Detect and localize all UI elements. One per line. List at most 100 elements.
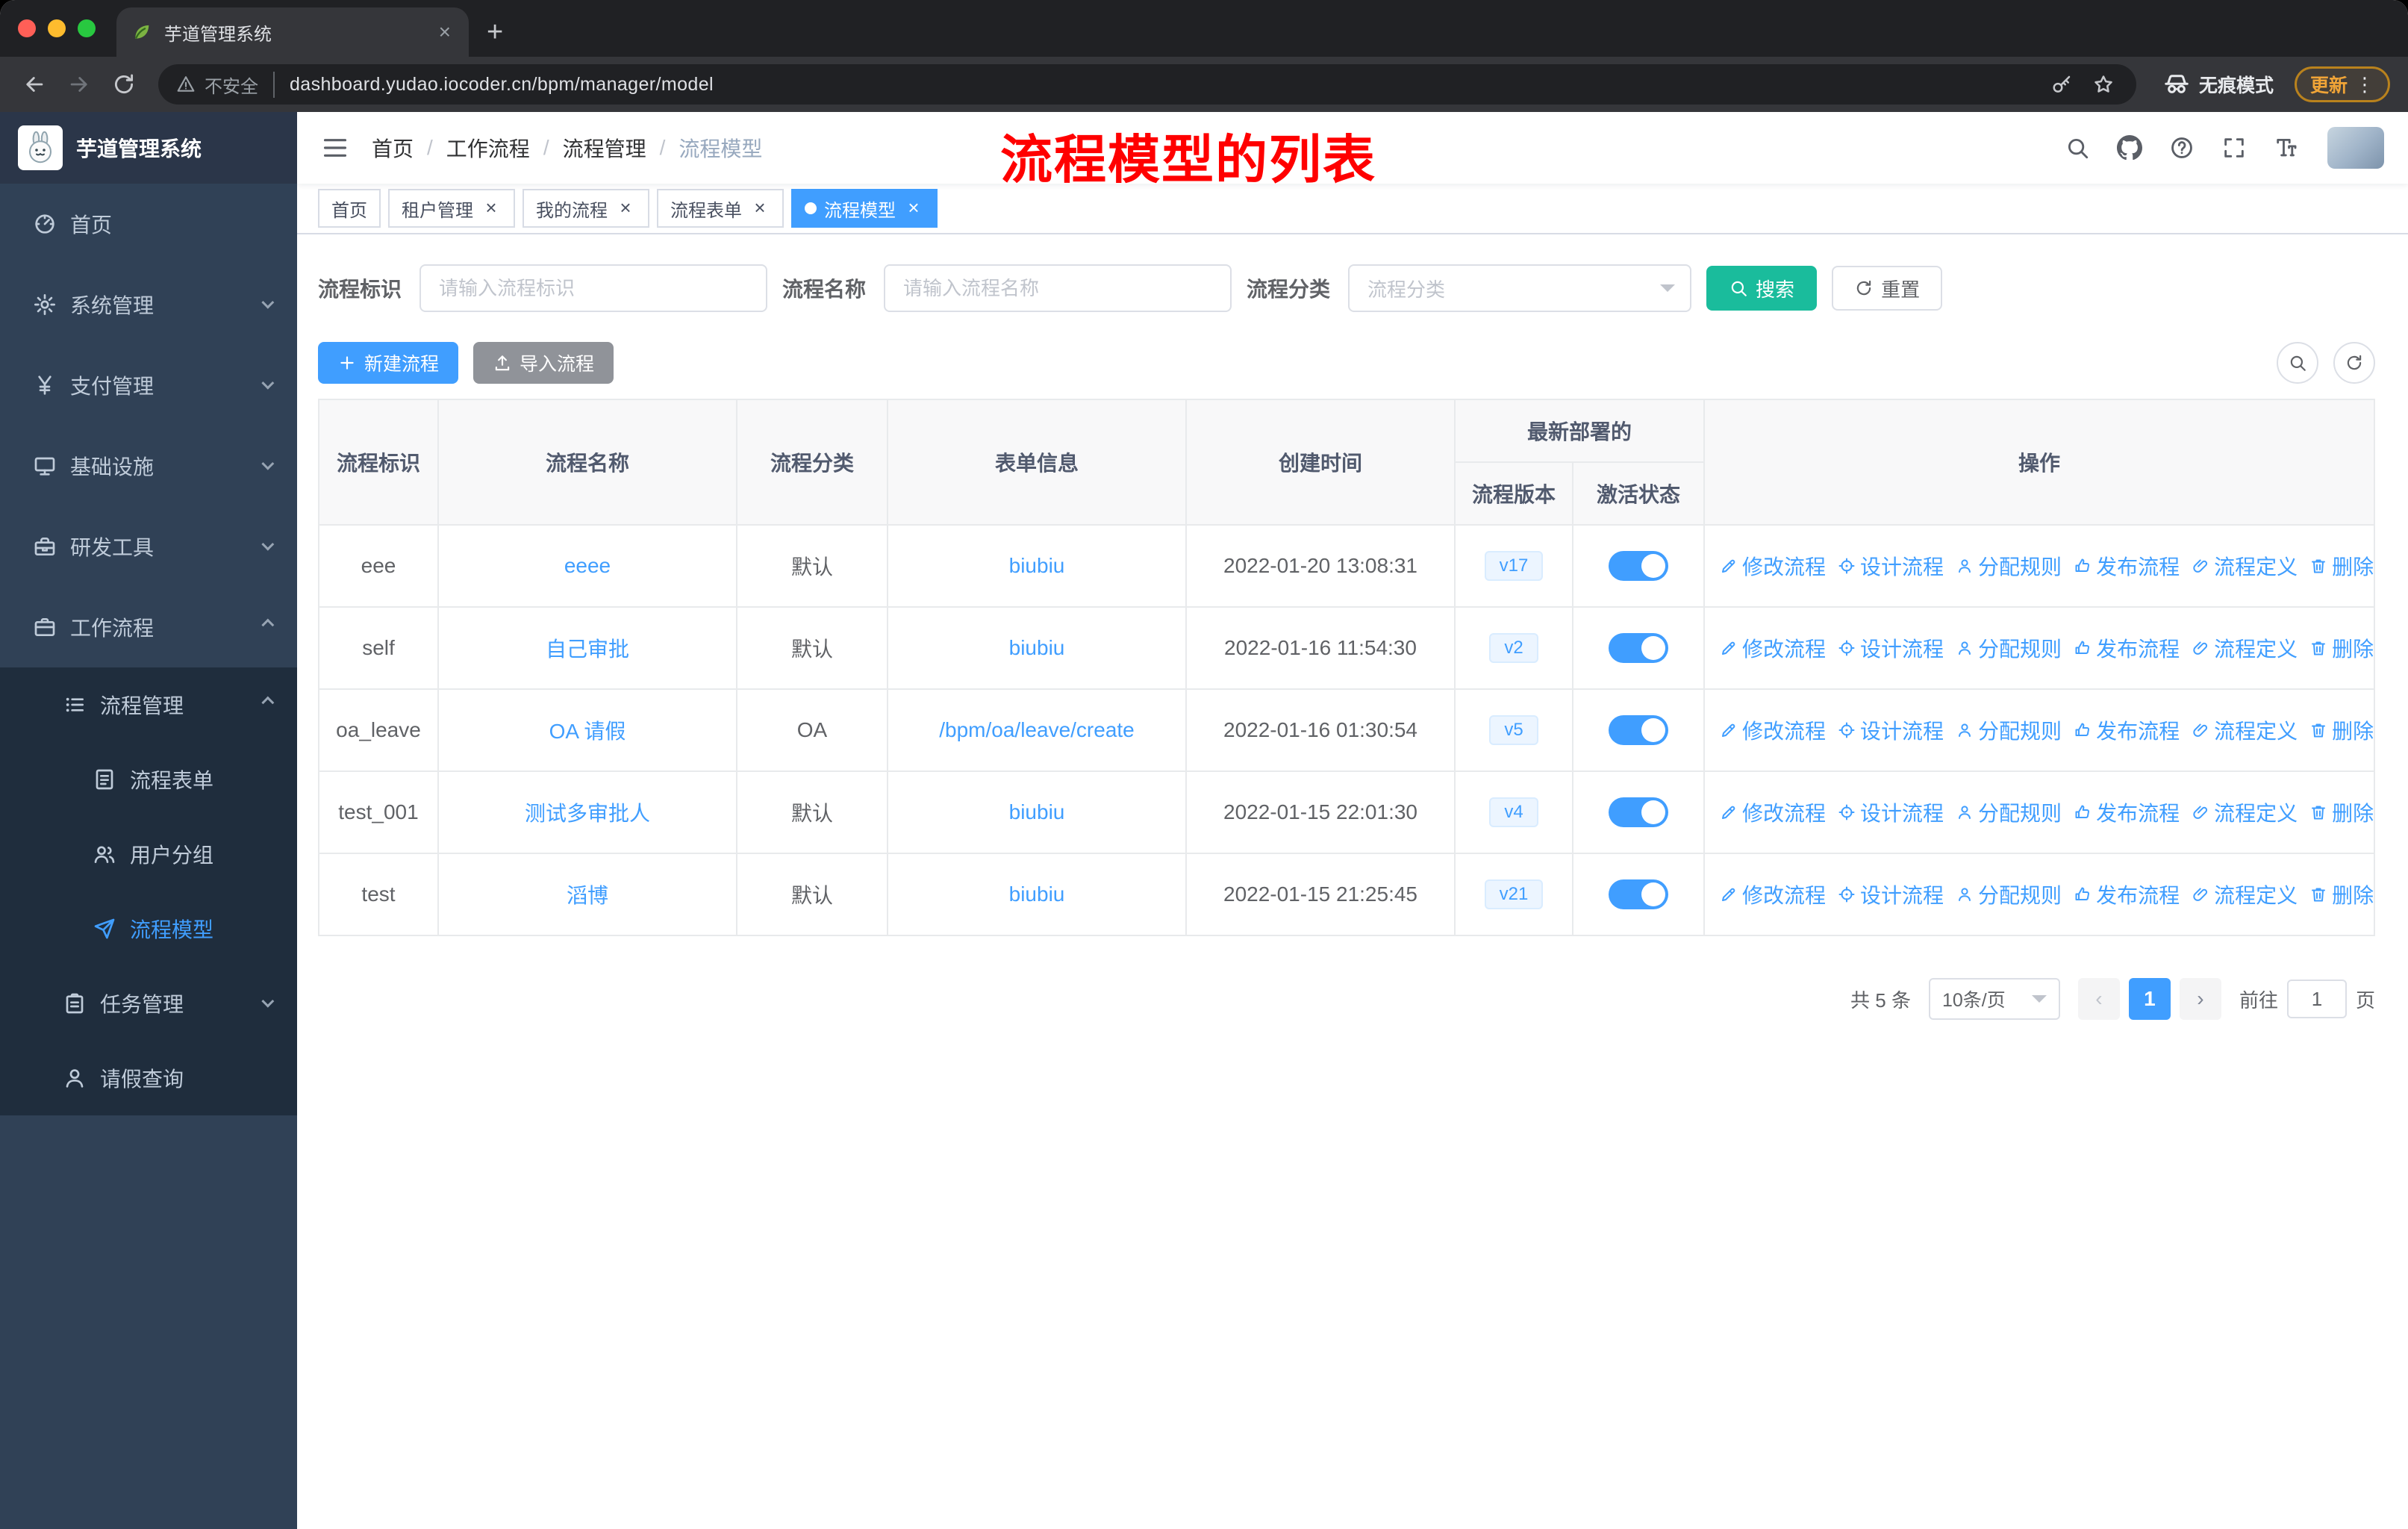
action-delete[interactable]: 删除 [2309,551,2373,581]
action-assign[interactable]: 分配规则 [1956,879,2062,909]
page-size-select[interactable]: 10条/页 [1928,978,2060,1020]
close-icon[interactable]: × [615,198,636,219]
refresh-table-button[interactable] [2333,342,2375,384]
active-toggle[interactable] [1609,715,1668,745]
breadcrumb-item[interactable]: 首页 [372,133,414,163]
action-delete[interactable]: 删除 [2309,715,2373,745]
action-publish[interactable]: 发布流程 [2074,797,2180,827]
goto-page-input[interactable] [2286,980,2347,1018]
close-icon[interactable]: × [903,198,924,219]
action-definition[interactable]: 流程定义 [2192,797,2298,827]
close-icon[interactable]: × [749,198,770,219]
tag-process-form[interactable]: 流程表单 × [657,189,784,228]
form-info-link[interactable]: biubiu [1009,800,1065,823]
action-design[interactable]: 设计流程 [1838,797,1944,827]
action-delete[interactable]: 删除 [2309,879,2373,909]
action-delete[interactable]: 删除 [2309,797,2373,827]
fullscreen-button[interactable] [2211,122,2257,173]
next-page-button[interactable]: › [2179,978,2221,1020]
process-name-link[interactable]: 滔博 [567,884,608,907]
sidebar-item-user-group[interactable]: 用户分组 [0,817,297,891]
action-design[interactable]: 设计流程 [1838,551,1944,581]
action-assign[interactable]: 分配规则 [1956,551,2062,581]
search-button[interactable]: 搜索 [1706,266,1818,311]
category-select[interactable]: 流程分类 [1348,264,1692,312]
process-name-link[interactable]: OA 请假 [549,720,626,743]
back-button[interactable] [12,63,57,105]
breadcrumb-item[interactable]: 流程管理 [563,133,646,163]
reset-button[interactable]: 重置 [1832,266,1943,311]
zoom-window-button[interactable] [78,19,96,37]
action-definition[interactable]: 流程定义 [2192,633,2298,663]
sidebar-item-infra[interactable]: 基础设施 [0,426,297,506]
action-design[interactable]: 设计流程 [1838,633,1944,663]
font-size-button[interactable] [2263,122,2309,173]
forward-button[interactable] [57,63,102,105]
process-name-link[interactable]: 自己审批 [546,638,629,661]
action-definition[interactable]: 流程定义 [2192,551,2298,581]
process-name-input[interactable] [884,264,1232,312]
process-key-input[interactable] [419,264,768,312]
action-publish[interactable]: 发布流程 [2074,715,2180,745]
form-info-link[interactable]: biubiu [1009,882,1065,906]
address-bar[interactable]: 不安全 dashboard.yudao.iocoder.cn/bpm/manag… [158,64,2136,105]
sidebar-toggle-button[interactable] [321,134,349,162]
minimize-window-button[interactable] [48,19,66,37]
active-toggle[interactable] [1609,797,1668,827]
user-avatar[interactable] [2327,127,2384,169]
close-icon[interactable]: × [481,198,502,219]
sidebar-item-process-model[interactable]: 流程模型 [0,891,297,966]
process-name-link[interactable]: 测试多审批人 [525,802,650,825]
action-delete[interactable]: 删除 [2309,633,2373,663]
active-toggle[interactable] [1609,879,1668,909]
form-info-link[interactable]: biubiu [1009,554,1065,577]
page-1-button[interactable]: 1 [2128,978,2171,1020]
tag-my-process[interactable]: 我的流程 × [523,189,649,228]
github-button[interactable] [2106,122,2153,173]
sidebar-item-devtools[interactable]: 研发工具 [0,506,297,587]
action-edit[interactable]: 修改流程 [1720,715,1826,745]
sidebar-item-process-form[interactable]: 流程表单 [0,742,297,817]
action-definition[interactable]: 流程定义 [2192,879,2298,909]
action-edit[interactable]: 修改流程 [1720,633,1826,663]
close-tab-icon[interactable]: × [436,20,454,44]
process-name-link[interactable]: eeee [564,554,611,577]
action-edit[interactable]: 修改流程 [1720,797,1826,827]
header-search-button[interactable] [2054,122,2100,173]
action-assign[interactable]: 分配规则 [1956,715,2062,745]
sidebar-item-home[interactable]: 首页 [0,184,297,264]
active-toggle[interactable] [1609,551,1668,581]
tag-home[interactable]: 首页 [318,189,381,228]
action-assign[interactable]: 分配规则 [1956,797,2062,827]
breadcrumb-item[interactable]: 工作流程 [446,133,530,163]
bookmark-button[interactable] [2083,73,2124,96]
action-definition[interactable]: 流程定义 [2192,715,2298,745]
action-assign[interactable]: 分配规则 [1956,633,2062,663]
sidebar-item-workflow[interactable]: 工作流程 [0,587,297,667]
sidebar-item-process-manage[interactable]: 流程管理 [0,667,297,742]
sidebar-item-leave-query[interactable]: 请假查询 [0,1041,297,1115]
action-edit[interactable]: 修改流程 [1720,879,1826,909]
action-publish[interactable]: 发布流程 [2074,879,2180,909]
security-chip[interactable]: 不安全 [176,71,275,98]
form-info-link[interactable]: biubiu [1009,636,1065,659]
tag-process-model[interactable]: 流程模型 × [791,189,938,228]
action-edit[interactable]: 修改流程 [1720,551,1826,581]
create-process-button[interactable]: 新建流程 [318,342,459,384]
active-toggle[interactable] [1609,633,1668,663]
password-key-button[interactable] [2041,73,2083,96]
reload-button[interactable] [102,63,146,105]
kebab-menu-icon[interactable]: ⋮ [2355,73,2374,96]
action-publish[interactable]: 发布流程 [2074,633,2180,663]
prev-page-button[interactable]: ‹ [2077,978,2120,1020]
update-browser-button[interactable]: 更新 ⋮ [2294,66,2390,102]
toggle-search-button[interactable] [2277,342,2318,384]
help-button[interactable] [2159,122,2205,173]
action-design[interactable]: 设计流程 [1838,879,1944,909]
new-tab-button[interactable]: + [487,18,503,46]
action-design[interactable]: 设计流程 [1838,715,1944,745]
sidebar-item-payment[interactable]: 支付管理 [0,345,297,426]
sidebar-item-system[interactable]: 系统管理 [0,264,297,345]
import-process-button[interactable]: 导入流程 [473,342,614,384]
close-window-button[interactable] [18,19,36,37]
